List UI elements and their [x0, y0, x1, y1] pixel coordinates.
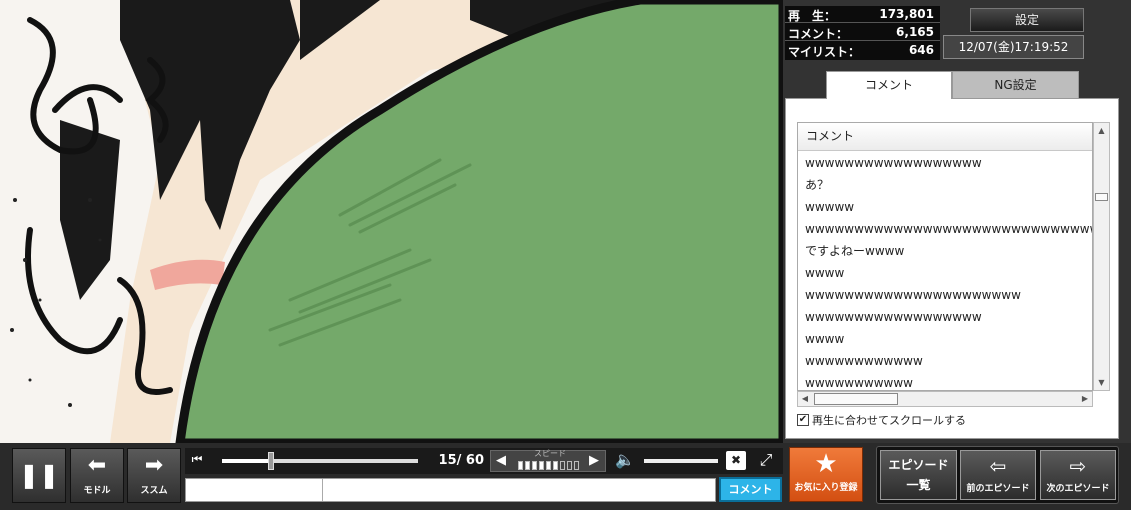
datetime-display: 12/07(金)17:19:52	[943, 35, 1084, 59]
scroll-down-icon[interactable]: ▼	[1094, 375, 1109, 390]
comment-row[interactable]: wwwwwwwwwww	[798, 372, 1092, 390]
back-button[interactable]: ⬅ モドル	[70, 448, 124, 503]
speed-level-cell	[518, 461, 523, 470]
comment-row[interactable]: wwwwwwwwwwwwwwwwwwwwww	[798, 284, 1092, 306]
speed-level-cell	[574, 461, 579, 470]
seek-handle[interactable]	[268, 452, 274, 470]
seek-bar-progress	[222, 459, 271, 463]
settings-button[interactable]: 設定	[970, 8, 1084, 32]
speed-level-cell	[567, 461, 572, 470]
play-count-row: 再 生： 173,801	[785, 6, 940, 23]
episode-list-button[interactable]: エピソード 一覧	[880, 450, 957, 500]
mute-speaker-icon[interactable]: 🔈	[612, 450, 638, 469]
prev-episode-label: 前のエピソード	[966, 484, 1030, 494]
pause-icon: ❚❚	[18, 461, 60, 489]
horizontal-scrollbar[interactable]: ◀ ▶	[797, 391, 1093, 407]
speed-level-cell	[539, 461, 544, 470]
time-display: 15/ 60	[438, 453, 484, 468]
comment-count-row: コメント： 6,165	[785, 24, 940, 41]
favorite-button[interactable]: ★ お気に入り登録	[789, 447, 863, 502]
tab-ng-settings[interactable]: NG設定	[952, 71, 1079, 99]
episode-list-label-line2: 一覧	[906, 478, 931, 492]
mylist-count-value: 646	[908, 43, 934, 57]
comment-row[interactable]: wwww	[798, 328, 1092, 350]
comment-list[interactable]: コメント wwwwwwwwwwwwwwwwww あ？ wwwww wwwwwww…	[797, 122, 1093, 391]
speed-label: スピード	[534, 449, 566, 458]
video-stats-panel: 再 生： 173,801 コメント： 6,165 マイリスト： 646	[785, 6, 940, 60]
star-icon: ★	[814, 449, 838, 479]
forward-button-label: ススム	[140, 486, 168, 496]
comment-row[interactable]: wwwwwwwwwwwwwwwwww	[798, 306, 1092, 328]
autoscroll-label: 再生に合わせてスクロールする	[812, 414, 966, 427]
forward-button[interactable]: ➡ ススム	[127, 448, 181, 503]
skip-to-start-icon[interactable]: ⏮	[189, 452, 205, 467]
next-episode-label: 次のエピソード	[1046, 484, 1110, 494]
horizontal-scroll-thumb[interactable]	[814, 393, 898, 405]
prev-episode-button[interactable]: ⇦ 前のエピソード	[960, 450, 1036, 500]
volume-slider[interactable]	[644, 459, 718, 463]
comment-input[interactable]	[185, 478, 716, 502]
speed-level-cell	[560, 461, 565, 470]
mylist-count-label: マイリスト：	[788, 45, 861, 59]
play-count-label: 再 生：	[788, 9, 837, 23]
speed-up-icon[interactable]: ▶	[587, 453, 601, 468]
comment-submit-button[interactable]: コメント	[719, 477, 782, 502]
scroll-left-icon[interactable]: ◀	[798, 392, 812, 406]
comment-row[interactable]: あ？	[798, 174, 1092, 196]
vertical-scrollbar[interactable]: ▲ ▼	[1093, 122, 1110, 391]
comment-row[interactable]: ですよねーwwww	[798, 240, 1092, 262]
scroll-right-icon[interactable]: ▶	[1078, 392, 1092, 406]
arrow-right-icon: ➡	[144, 453, 164, 478]
command-divider	[322, 479, 323, 501]
speed-level-cell	[525, 461, 530, 470]
autoscroll-option[interactable]: ✔ 再生に合わせてスクロールする	[797, 412, 966, 428]
speed-level-cell	[546, 461, 551, 470]
next-episode-button[interactable]: ⇨ 次のエピソード	[1040, 450, 1116, 500]
next-episode-icon: ⇨	[1069, 454, 1087, 478]
comment-row[interactable]: wwwww	[798, 196, 1092, 218]
episode-list-label-line1: エピソード	[888, 458, 949, 472]
scroll-up-icon[interactable]: ▲	[1094, 123, 1109, 138]
comment-count-label: コメント：	[788, 27, 849, 41]
speed-level-cell	[553, 461, 558, 470]
speed-level-cell	[532, 461, 537, 470]
comment-row[interactable]: wwww	[798, 262, 1092, 284]
play-count-value: 173,801	[879, 7, 934, 21]
mylist-count-row: マイリスト： 646	[785, 42, 940, 59]
prev-episode-icon: ⇦	[989, 454, 1007, 478]
comment-column-header[interactable]: コメント	[798, 123, 1092, 151]
autoscroll-checkbox[interactable]: ✔	[797, 414, 809, 426]
favorite-button-label: お気に入り登録	[794, 483, 858, 493]
comment-row[interactable]: wwwwwwwwwwwwwwwwww	[798, 152, 1092, 174]
tab-comment[interactable]: コメント	[826, 71, 952, 99]
manga-scene-illustration	[0, 0, 783, 443]
comment-count-value: 6,165	[896, 25, 934, 39]
comment-row[interactable]: wwwwwwwwwwww	[798, 350, 1092, 372]
back-button-label: モドル	[83, 486, 111, 496]
comment-toggle-icon[interactable]: ✖	[726, 451, 746, 470]
comment-rows: wwwwwwwwwwwwwwwwww あ？ wwwww wwwwwwwwwwww…	[798, 152, 1092, 390]
arrow-left-icon: ⬅	[87, 453, 107, 478]
vertical-scroll-thumb[interactable]	[1095, 193, 1108, 201]
pause-button[interactable]: ❚❚	[12, 448, 66, 503]
video-frame[interactable]	[0, 0, 783, 443]
fullscreen-icon[interactable]: ⤢	[756, 450, 776, 470]
comment-panel: コメント wwwwwwwwwwwwwwwwww あ？ wwwww wwwwwww…	[785, 98, 1119, 439]
comment-row[interactable]: wwwwwwwwwwwwwwwwwwwwwwwwwwwwwwwww	[798, 218, 1092, 240]
speed-down-icon[interactable]: ◀	[494, 453, 508, 468]
